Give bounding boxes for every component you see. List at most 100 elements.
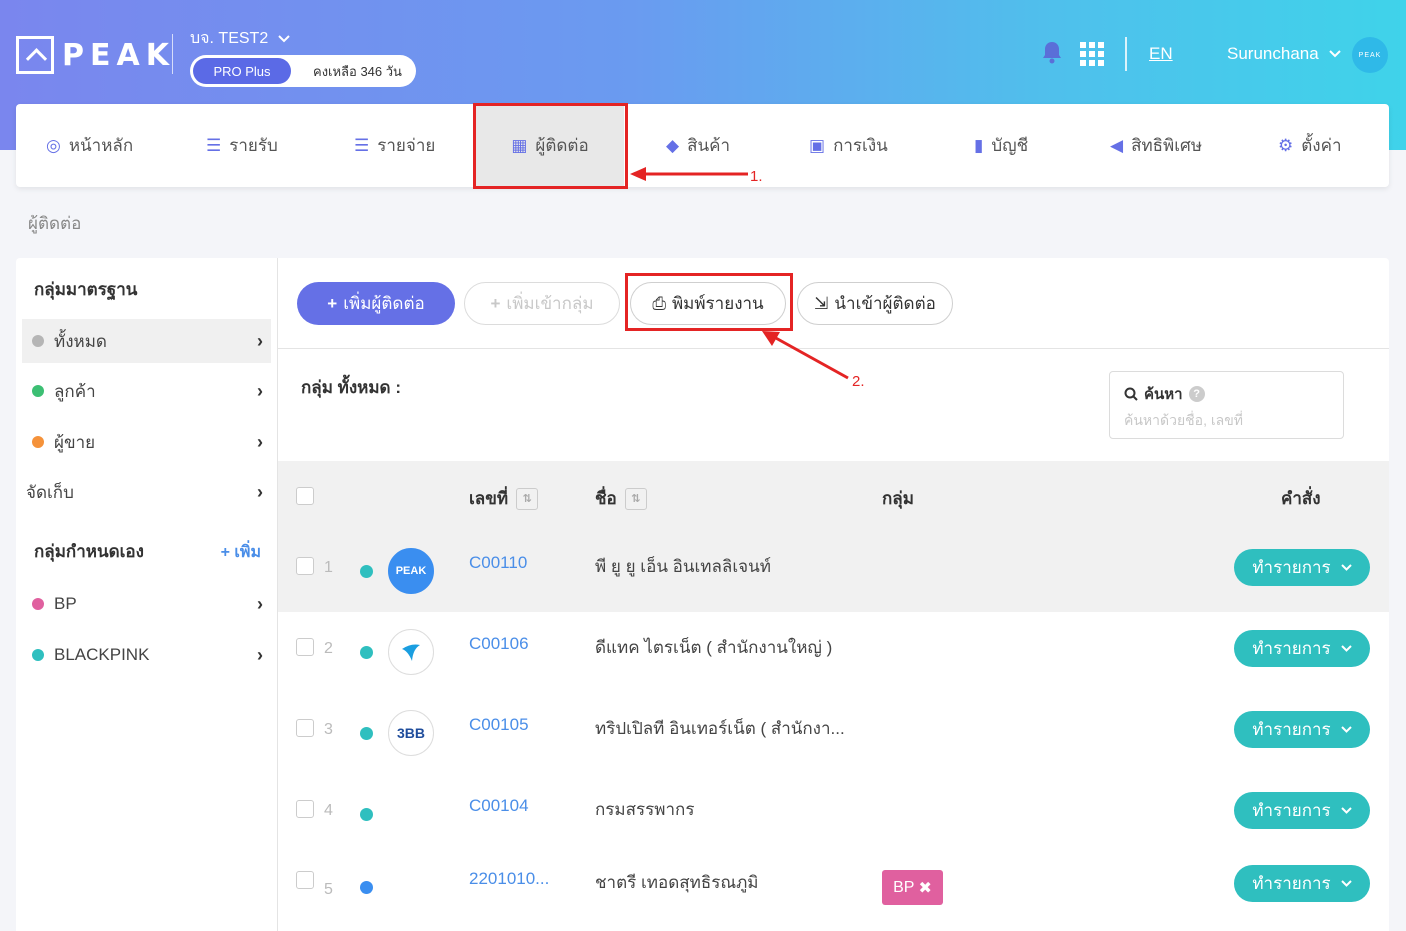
breadcrumb: ผู้ติดต่อ: [28, 214, 82, 233]
nav-item-accounting[interactable]: ▮ บัญชี: [974, 104, 1028, 187]
contact-name: กรมสรรพากร: [595, 800, 695, 819]
nav-label: สินค้า: [687, 136, 730, 155]
avatar[interactable]: PEAK: [1352, 37, 1388, 73]
user-menu[interactable]: Surunchana: [1227, 44, 1341, 64]
row-number: 3: [324, 721, 333, 738]
close-icon[interactable]: ✖: [918, 878, 931, 898]
help-icon[interactable]: ?: [1188, 386, 1205, 402]
nav-item-home[interactable]: ◎ หน้าหลัก: [46, 104, 133, 187]
nav-item-settings[interactable]: ⚙ ตั้งค่า: [1278, 104, 1342, 187]
contact-code-link[interactable]: C00110: [469, 553, 527, 573]
search-title: ค้นหา ?: [1124, 382, 1205, 406]
header-divider: [172, 34, 173, 74]
button-label: ทำรายการ: [1252, 801, 1331, 820]
bell-icon[interactable]: [1041, 40, 1063, 69]
gear-icon: ⚙: [1278, 135, 1294, 155]
header-label: คำสั่ง: [1281, 489, 1321, 508]
button-label: นำเข้าผู้ติดต่อ: [834, 294, 936, 313]
action-dropdown-button[interactable]: ทำรายการ: [1234, 711, 1370, 748]
sidebar-item-all[interactable]: ทั้งหมด ›: [22, 319, 271, 363]
add-group-button[interactable]: + เพิ่ม: [221, 540, 261, 565]
contact-code-link[interactable]: C00105: [469, 715, 529, 735]
sidebar-item-customers[interactable]: ลูกค้า ›: [22, 369, 271, 413]
nav-label: รายรับ: [229, 136, 278, 155]
row-checkbox[interactable]: [296, 800, 314, 818]
nav-item-privileges[interactable]: ◀ สิทธิพิเศษ: [1110, 104, 1202, 187]
nav-label: ตั้งค่า: [1301, 136, 1342, 155]
column-header-number[interactable]: เลขที่ ⇅: [469, 485, 539, 512]
table-row[interactable]: 2 C00106 ดีแทค ไตรเน็ต ( สำนักงานใหญ่ ) …: [278, 612, 1389, 693]
row-checkbox[interactable]: [296, 871, 314, 889]
chevron-right-icon: ›: [257, 330, 263, 351]
select-all-checkbox[interactable]: [296, 487, 314, 505]
contacts-panel: กลุ่มมาตรฐาน ทั้งหมด › ลูกค้า › ผู้ขาย ›…: [16, 258, 1389, 931]
header-label: เลขที่: [469, 489, 509, 508]
apps-grid-icon[interactable]: [1080, 42, 1104, 66]
highlight-box-contacts: [473, 103, 628, 189]
sidebar-item-label: BP: [54, 594, 77, 613]
sidebar-item-blackpink[interactable]: BLACKPINK ›: [22, 633, 271, 677]
row-number: 2: [324, 640, 333, 657]
header-label: ชื่อ: [595, 489, 617, 508]
table-row[interactable]: 3 3BB C00105 ทริปเปิลที อินเทอร์เน็ต ( ส…: [278, 693, 1389, 774]
company-name: บจ. TEST2: [190, 30, 269, 47]
row-checkbox[interactable]: [296, 557, 314, 575]
contact-code-link[interactable]: 2201010...: [469, 869, 549, 889]
table-header: เลขที่ ⇅ ชื่อ ⇅ กลุ่ม คำสั่ง: [278, 461, 1389, 531]
column-header-name[interactable]: ชื่อ ⇅: [595, 485, 647, 512]
peak-logo[interactable]: PEAK: [16, 36, 175, 74]
table-row[interactable]: 5 2201010... ชาตรี เทอดสุทธิรณภูมิ BP ✖ …: [278, 855, 1389, 931]
group-dot: [32, 436, 44, 448]
action-dropdown-button[interactable]: ทำรายการ: [1234, 630, 1370, 667]
action-dropdown-button[interactable]: ทำรายการ: [1234, 865, 1370, 902]
chevron-down-icon: [1340, 726, 1352, 733]
table-row[interactable]: 4 C00104 กรมสรรพากร ทำรายการ: [278, 774, 1389, 855]
row-checkbox[interactable]: [296, 638, 314, 656]
language-switch[interactable]: EN: [1149, 44, 1173, 64]
nav-item-finance[interactable]: ▣ การเงิน: [809, 104, 888, 187]
chevron-right-icon: ›: [257, 593, 263, 614]
group-tag-bp: BP ✖: [882, 870, 943, 905]
chevron-right-icon: ›: [257, 644, 263, 665]
logo-text: PEAK: [62, 37, 175, 73]
megaphone-icon: ◀: [1110, 135, 1124, 155]
row-number: 4: [324, 802, 333, 819]
column-header-group: กลุ่ม: [882, 485, 914, 512]
search-label: ค้นหา: [1144, 386, 1183, 403]
plus-icon: +: [490, 293, 501, 313]
row-group-dot: [360, 808, 373, 821]
sort-icon[interactable]: ⇅: [516, 487, 539, 510]
add-to-group-button[interactable]: + เพิ่มเข้ากลุ่ม: [464, 282, 620, 325]
annotation-label-1: 1.: [750, 168, 763, 185]
plan-status: PRO Plus คงเหลือ 346 วัน: [190, 55, 416, 87]
sidebar-item-vendors[interactable]: ผู้ขาย ›: [22, 420, 271, 464]
contact-code-link[interactable]: C00106: [469, 634, 529, 654]
nav-item-expense[interactable]: ☰ รายจ่าย: [354, 104, 435, 187]
action-dropdown-button[interactable]: ทำรายการ: [1234, 792, 1370, 829]
nav-item-income[interactable]: ☰ รายรับ: [206, 104, 278, 187]
row-checkbox[interactable]: [296, 719, 314, 737]
plan-remaining: คงเหลือ 346 วัน: [313, 63, 402, 79]
contact-avatar: [388, 629, 434, 675]
import-icon: ⇲: [814, 293, 829, 313]
table-row[interactable]: 1 PEAK C00110 พี ยู ยู เอ็น อินเทลลิเจนท…: [278, 531, 1389, 612]
search-input[interactable]: ค้นหา ? ค้นหาด้วยชื่อ, เลขที่: [1109, 371, 1344, 439]
row-group-dot: [360, 646, 373, 659]
expense-icon: ☰: [354, 135, 370, 155]
arrow-annotation-1: [630, 167, 748, 181]
add-contact-button[interactable]: + เพิ่มผู้ติดต่อ: [297, 282, 455, 325]
chevron-down-icon: [1340, 564, 1352, 571]
row-group-dot: [360, 727, 373, 740]
sidebar-item-bp[interactable]: BP ›: [22, 582, 271, 626]
contact-code-link[interactable]: C00104: [469, 796, 529, 816]
import-contacts-button[interactable]: ⇲ นำเข้าผู้ติดต่อ: [797, 282, 953, 325]
sort-icon[interactable]: ⇅: [624, 487, 647, 510]
action-dropdown-button[interactable]: ทำรายการ: [1234, 549, 1370, 586]
chevron-down-icon: [278, 34, 290, 42]
group-dot: [32, 598, 44, 610]
sidebar-item-archived[interactable]: จัดเก็บ ›: [22, 470, 271, 514]
company-selector[interactable]: บจ. TEST2: [190, 26, 290, 51]
standard-groups-title: กลุ่มมาตรฐาน: [34, 280, 138, 299]
button-label: ทำรายการ: [1252, 558, 1331, 577]
button-label: เพิ่มผู้ติดต่อ: [343, 294, 425, 313]
